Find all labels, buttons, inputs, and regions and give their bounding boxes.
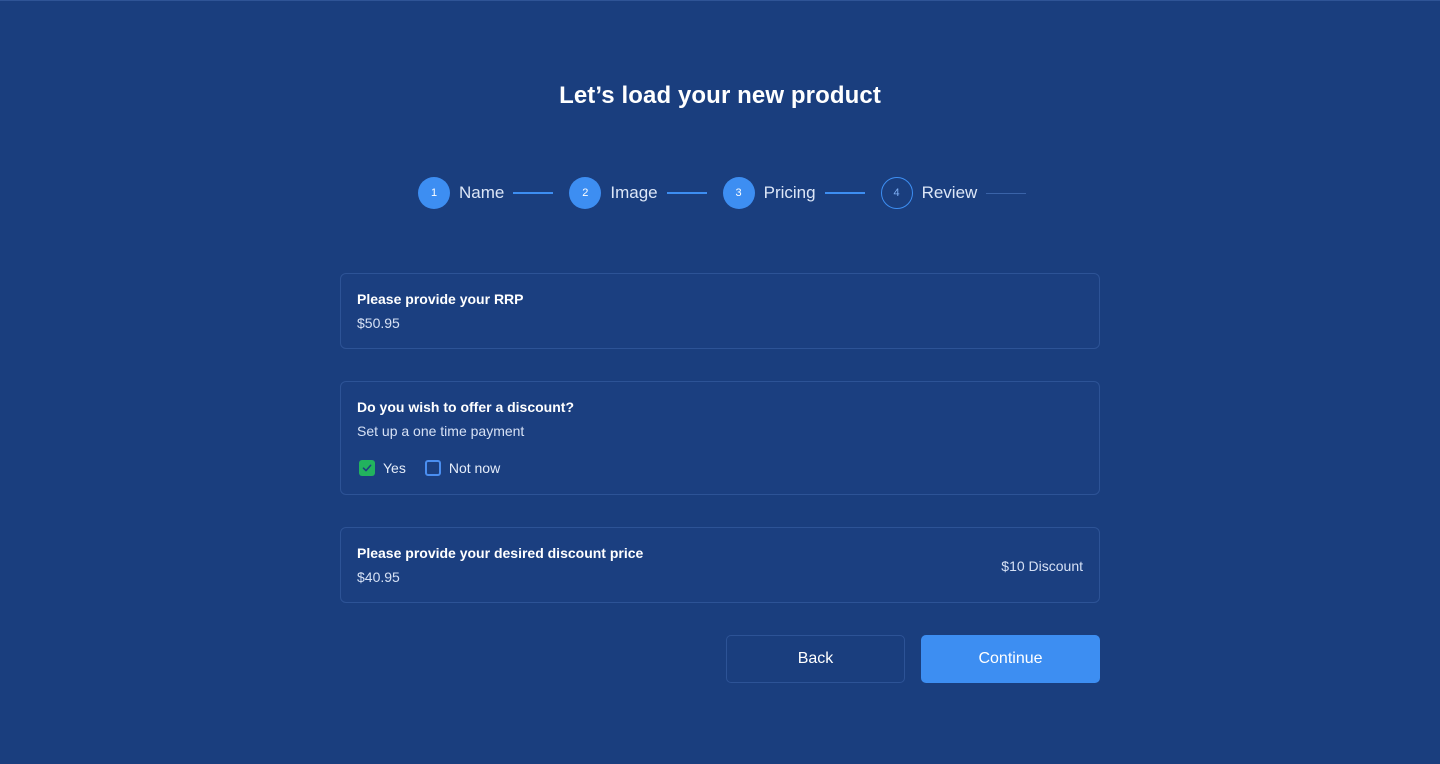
step-review[interactable]: 4 Review bbox=[880, 177, 1027, 209]
step-connector bbox=[986, 192, 1027, 194]
step-number-4: 4 bbox=[880, 177, 913, 209]
step-pricing[interactable]: 3 Pricing bbox=[722, 177, 881, 209]
discount-card: Do you wish to offer a discount? Set up … bbox=[340, 381, 1100, 495]
step-connector bbox=[824, 192, 865, 194]
rrp-heading: Please provide your RRP bbox=[357, 291, 524, 307]
step-image[interactable]: 2 Image bbox=[569, 177, 722, 209]
step-number-1: 1 bbox=[418, 177, 450, 209]
discount-price-heading: Please provide your desired discount pri… bbox=[357, 545, 644, 561]
step-name[interactable]: 1 Name bbox=[418, 177, 569, 209]
discount-options: Yes Not now bbox=[359, 460, 500, 476]
step-label-image: Image bbox=[610, 183, 658, 202]
back-button[interactable]: Back bbox=[726, 635, 905, 683]
step-connector bbox=[513, 192, 554, 194]
continue-button[interactable]: Continue bbox=[921, 635, 1100, 683]
discount-option-not-now[interactable]: Not now bbox=[424, 460, 501, 476]
step-connector bbox=[666, 192, 707, 194]
step-label-review: Review bbox=[921, 183, 978, 202]
discount-subtext: Set up a one time payment bbox=[357, 423, 525, 439]
discount-price-card[interactable]: Please provide your desired discount pri… bbox=[340, 527, 1100, 603]
option-label-not-now: Not now bbox=[448, 460, 501, 476]
checkbox-checked[interactable] bbox=[359, 460, 375, 476]
checkbox-unchecked[interactable] bbox=[424, 460, 441, 476]
rrp-value: $50.95 bbox=[357, 315, 400, 331]
discount-price-value: $40.95 bbox=[357, 569, 400, 585]
step-label-name: Name bbox=[459, 183, 505, 202]
page-title: Let’s load your new product bbox=[559, 82, 881, 109]
product-wizard-page: Let’s load your new product 1 Name 2 Ima… bbox=[0, 0, 1440, 764]
option-label-yes: Yes bbox=[383, 460, 406, 476]
discount-heading: Do you wish to offer a discount? bbox=[357, 399, 574, 415]
check-icon bbox=[362, 464, 372, 472]
step-number-2: 2 bbox=[569, 177, 602, 209]
step-label-pricing: Pricing bbox=[763, 183, 816, 202]
discount-option-yes[interactable]: Yes bbox=[359, 460, 406, 476]
top-divider bbox=[0, 0, 1440, 1]
rrp-card[interactable]: Please provide your RRP $50.95 bbox=[340, 273, 1100, 349]
stepper: 1 Name 2 Image 3 Pricing 4 Review bbox=[418, 176, 1027, 210]
discount-amount-label: $10 Discount bbox=[1001, 558, 1083, 574]
step-number-3: 3 bbox=[722, 177, 755, 209]
